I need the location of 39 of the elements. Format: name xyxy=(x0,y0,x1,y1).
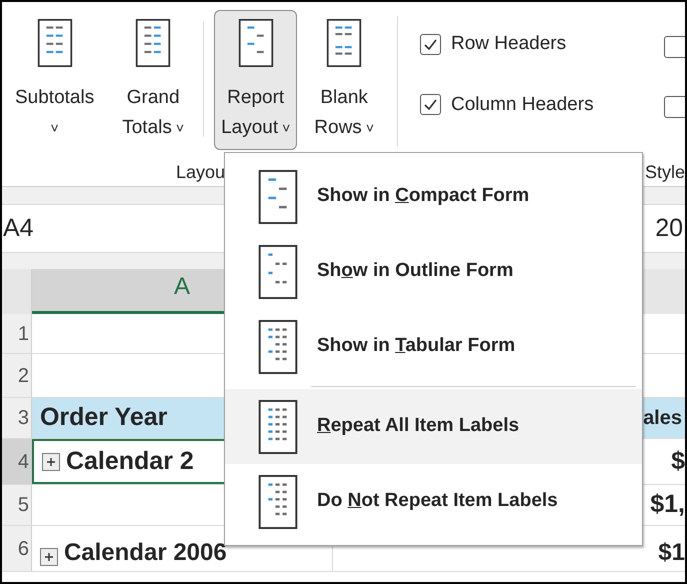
group-label: Layou xyxy=(176,161,226,184)
row-number: 1 xyxy=(2,314,32,353)
table-cell-text: $1, xyxy=(649,489,685,520)
group-label: Style xyxy=(645,161,685,184)
row-number: 5 xyxy=(2,485,32,525)
layout-icon xyxy=(257,170,299,224)
row-number: 4 xyxy=(2,439,32,484)
menu-item[interactable]: Show in Tabular Form xyxy=(225,309,642,384)
checkbox[interactable] xyxy=(664,36,685,58)
layout-icon xyxy=(257,474,299,528)
menu-item[interactable]: Repeat All Item Labels xyxy=(225,389,642,464)
table-cell-text: $1 xyxy=(657,538,685,568)
layout-icon xyxy=(326,19,362,67)
checkbox[interactable] xyxy=(664,96,685,118)
layout-icon xyxy=(238,19,274,67)
ribbon-button[interactable]: Blank Rows ˅ xyxy=(307,10,381,150)
formula-text: 20 xyxy=(655,212,684,244)
check-icon xyxy=(424,99,437,110)
table-cell-text: $ xyxy=(670,446,685,477)
layout-icon xyxy=(257,400,299,454)
menu-item[interactable]: Show in Compact Form xyxy=(225,159,642,234)
ribbon-button[interactable]: Subtotals ˅ xyxy=(8,10,102,150)
name-box[interactable]: A4 xyxy=(2,210,34,248)
expand-icon[interactable] xyxy=(40,548,58,566)
menu-item[interactable]: Do Not Repeat Item Labels xyxy=(225,464,642,539)
layout-icon xyxy=(135,19,172,67)
layout-icon xyxy=(257,244,299,298)
ribbon-button[interactable]: Report Layout ˅ xyxy=(214,10,298,150)
row-number: 6 xyxy=(2,526,32,571)
checkbox-option[interactable]: Row Headers xyxy=(420,30,594,58)
layout-icon xyxy=(257,320,299,374)
expand-icon[interactable] xyxy=(42,452,60,470)
layout-icon xyxy=(36,19,73,67)
check-icon xyxy=(424,38,437,50)
row-number: 2 xyxy=(2,354,32,397)
row-number: 3 xyxy=(2,398,32,438)
ribbon-button[interactable]: Grand Totals ˅ xyxy=(115,10,192,150)
menu-item[interactable]: Show in Outline Form xyxy=(225,234,642,309)
checkbox-option[interactable]: Column Headers xyxy=(420,90,594,119)
